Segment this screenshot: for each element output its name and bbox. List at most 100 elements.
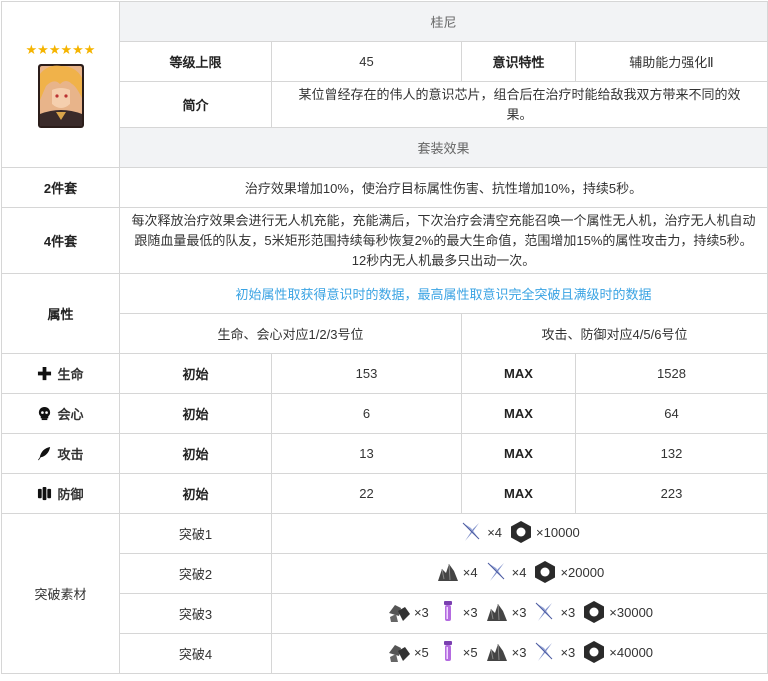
character-portrait xyxy=(37,63,84,128)
max-value: 64 xyxy=(574,393,768,434)
material-count: ×5 xyxy=(413,644,429,660)
level-cap-label: 等级上限 xyxy=(119,41,272,82)
blade-shard-icon xyxy=(462,522,480,541)
material-item: ×3 xyxy=(532,639,575,665)
material-item: ×4 xyxy=(484,559,527,585)
two-piece-label: 2件套 xyxy=(1,167,120,208)
trait-label: 意识特性 xyxy=(461,41,576,82)
hex-nut-icon xyxy=(511,521,532,543)
rock-chunk-icon xyxy=(437,563,458,581)
material-count: ×10000 xyxy=(536,524,580,540)
feather-icon xyxy=(38,446,51,460)
hex-nut-icon xyxy=(535,561,556,583)
material-count: ×40000 xyxy=(609,644,654,660)
material-item: ×40000 xyxy=(581,639,653,665)
material-item: ×3 xyxy=(532,599,575,625)
level-cap-value: 45 xyxy=(271,41,462,82)
max-value: 132 xyxy=(574,433,768,474)
attributes-label: 属性 xyxy=(1,273,120,354)
purple-vial-icon xyxy=(443,601,452,621)
max-label: MAX xyxy=(461,353,576,394)
attribute-name: 生命 xyxy=(57,366,84,382)
portrait-cell: ★★★★★★ xyxy=(1,1,120,168)
material-list: ×3 ×3 ×3 ×3 ×30000 xyxy=(386,599,653,625)
material-count: ×20000 xyxy=(560,564,605,580)
material-item: ×4 xyxy=(459,519,502,545)
attribute-row-hp: 生命 初始 153 MAX 1528 xyxy=(1,353,768,394)
rock-chunk-icon xyxy=(486,603,507,621)
max-label: MAX xyxy=(461,433,576,474)
init-label: 初始 xyxy=(119,393,272,434)
material-item: ×5 xyxy=(386,639,429,665)
blade-shard-icon xyxy=(487,562,504,581)
material-count: ×30000 xyxy=(609,604,654,620)
material-item: ×3 xyxy=(484,599,527,625)
init-label: 初始 xyxy=(119,433,272,474)
max-label: MAX xyxy=(461,393,576,434)
right-slots-note: 攻击、防御对应4/5/6号位 xyxy=(460,313,768,354)
intro-text: 某位曾经存在的伟人的意识芯片，组合后在治疗时能给敌我双方带来不同的效果。 xyxy=(270,81,768,128)
star-rating: ★★★★★★ xyxy=(25,41,96,57)
attribute-name: 攻击 xyxy=(57,446,84,462)
init-value: 22 xyxy=(271,473,462,514)
material-count: ×3 xyxy=(511,644,527,660)
material-count: ×3 xyxy=(413,604,429,620)
four-piece-label: 4件套 xyxy=(1,207,120,274)
breakthrough-stage: 突破2 xyxy=(119,553,272,594)
breakthrough-stage: 突破4 xyxy=(119,633,272,674)
character-name: 桂尼 xyxy=(118,1,768,42)
max-value: 1528 xyxy=(574,353,768,394)
trait-value: 辅助能力强化Ⅱ xyxy=(574,41,768,82)
material-count: ×5 xyxy=(462,644,478,660)
attribute-row-attack: 攻击 初始 13 MAX 132 xyxy=(1,433,768,474)
hex-nut-icon xyxy=(584,641,605,663)
material-count: ×4 xyxy=(462,564,478,580)
shield-icon xyxy=(38,486,52,500)
left-slots-note: 生命、会心对应1/2/3号位 xyxy=(119,313,462,354)
set-effect-header: 套装效果 xyxy=(118,127,768,168)
material-item: ×30000 xyxy=(581,599,653,625)
material-count: ×3 xyxy=(462,604,478,620)
attribute-name: 防御 xyxy=(57,486,84,502)
material-count: ×3 xyxy=(560,644,576,660)
material-list: ×5 ×5 ×3 ×3 ×40000 xyxy=(386,639,653,665)
material-item: ×5 xyxy=(435,639,478,665)
material-count: ×4 xyxy=(511,564,527,580)
attribute-row-defense: 防御 初始 22 MAX 223 xyxy=(1,473,768,514)
init-label: 初始 xyxy=(119,353,272,394)
breakthrough-stage: 突破3 xyxy=(119,593,272,634)
ore-cluster-icon xyxy=(388,645,410,662)
material-item: ×10000 xyxy=(508,519,580,545)
material-item: ×3 xyxy=(435,599,478,625)
init-value: 13 xyxy=(271,433,462,474)
material-item: ×20000 xyxy=(532,559,604,585)
init-value: 6 xyxy=(271,393,462,434)
init-label: 初始 xyxy=(119,473,272,514)
material-item: ×3 xyxy=(484,639,527,665)
material-item: ×3 xyxy=(386,599,429,625)
cross-icon xyxy=(38,366,52,380)
breakthrough-stage: 突破1 xyxy=(119,513,272,554)
attributes-note: 初始属性取获得意识时的数据，最高属性取意识完全突破且满级时的数据 xyxy=(118,273,768,314)
memory-info-table: ★★★★★★ 桂尼 等级上限 45 意识特性 辅助能力强化Ⅱ 简介 某位曾经存在… xyxy=(1,1,768,674)
material-list: ×4 ×4 ×20000 xyxy=(435,559,604,585)
attribute-name: 会心 xyxy=(57,406,84,422)
attribute-row-crit: 会心 初始 6 MAX 64 xyxy=(1,393,768,434)
material-item: ×4 xyxy=(435,559,478,585)
material-count: ×3 xyxy=(560,604,576,620)
blade-shard-icon xyxy=(536,642,553,661)
init-value: 153 xyxy=(271,353,462,394)
hex-nut-icon xyxy=(584,601,605,623)
rock-chunk-icon xyxy=(486,643,507,661)
material-count: ×4 xyxy=(487,524,503,540)
max-value: 223 xyxy=(574,473,768,514)
two-piece-text: 治疗效果增加10%，使治疗目标属性伤害、抗性增加10%，持续5秒。 xyxy=(118,167,768,208)
skull-icon xyxy=(39,406,51,420)
ore-cluster-icon xyxy=(388,605,410,622)
max-label: MAX xyxy=(461,473,576,514)
material-count: ×3 xyxy=(511,604,527,620)
breakthrough-label: 突破素材 xyxy=(1,513,120,674)
material-list: ×4 ×10000 xyxy=(459,519,580,545)
purple-vial-icon xyxy=(443,641,452,661)
four-piece-text: 每次释放治疗效果会进行无人机充能，充能满后，下次治疗会清空充能召唤一个属性无人机… xyxy=(118,207,768,274)
